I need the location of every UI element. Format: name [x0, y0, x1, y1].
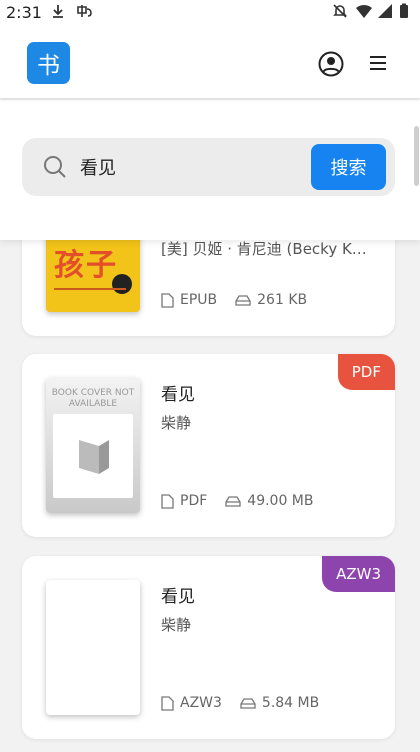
file-icon — [161, 695, 174, 711]
storage-icon — [235, 295, 251, 306]
user-account-icon[interactable] — [318, 51, 344, 77]
mute-icon — [332, 3, 348, 23]
cover-placeholder-image — [53, 414, 133, 498]
battery-icon — [398, 3, 410, 23]
app-header: 书 — [0, 26, 420, 98]
signal-icon — [377, 3, 393, 23]
book-meta: EPUB 261 KB — [161, 292, 307, 308]
status-bar: 2:31 — [0, 0, 420, 26]
book-size-group: 5.84 MB — [240, 695, 319, 711]
book-size: 49.00 MB — [247, 493, 314, 509]
book-author: [美] 贝姬 · 肯尼迪 (Becky K… — [161, 240, 367, 258]
cover-decoration — [54, 288, 126, 290]
book-size-group: 261 KB — [235, 292, 307, 308]
book-size: 261 KB — [257, 292, 308, 308]
download-icon — [50, 3, 66, 23]
search-box: 搜索 — [22, 138, 395, 196]
file-icon — [161, 292, 174, 308]
result-card[interactable]: BOOK COVER NOT AVAILABLE 看见 柴静 PDF 49.00… — [22, 354, 395, 537]
book-format: PDF — [180, 493, 208, 509]
book-author: 柴静 — [161, 616, 192, 634]
book-meta: AZW3 5.84 MB — [161, 695, 319, 711]
result-card[interactable]: 看见 柴静 AZW3 5.84 MB AZW3 — [22, 556, 395, 739]
storage-icon — [240, 698, 256, 709]
cover-title: 孩子 — [54, 248, 118, 283]
book-cover — [46, 580, 140, 715]
search-icon — [42, 154, 68, 180]
app-notification-icon — [76, 3, 94, 23]
cover-decoration — [112, 274, 132, 294]
app-logo[interactable]: 书 — [27, 42, 70, 84]
storage-icon — [225, 496, 241, 507]
book-cover: BOOK COVER NOT AVAILABLE — [46, 378, 140, 513]
book-title[interactable]: 看见 — [161, 582, 195, 607]
book-size: 5.84 MB — [261, 695, 320, 711]
book-format: AZW3 — [180, 695, 222, 711]
menu-icon[interactable] — [368, 54, 388, 72]
book-author: 柴静 — [161, 414, 192, 432]
search-panel: 搜索 — [0, 100, 420, 240]
format-badge: AZW3 — [322, 556, 395, 592]
book-meta: PDF 49.00 MB — [161, 493, 314, 509]
scrollbar[interactable] — [414, 126, 419, 186]
book-title[interactable]: 看见 — [161, 380, 195, 405]
status-time: 2:31 — [6, 3, 42, 22]
book-size-group: 49.00 MB — [225, 493, 314, 509]
cover-placeholder-text: BOOK COVER NOT AVAILABLE — [51, 388, 135, 409]
search-button[interactable]: 搜索 — [311, 144, 386, 190]
book-format: EPUB — [180, 292, 218, 308]
search-input[interactable] — [80, 138, 310, 196]
wifi-icon — [355, 3, 373, 23]
file-icon — [161, 493, 174, 509]
format-badge: PDF — [337, 354, 395, 390]
